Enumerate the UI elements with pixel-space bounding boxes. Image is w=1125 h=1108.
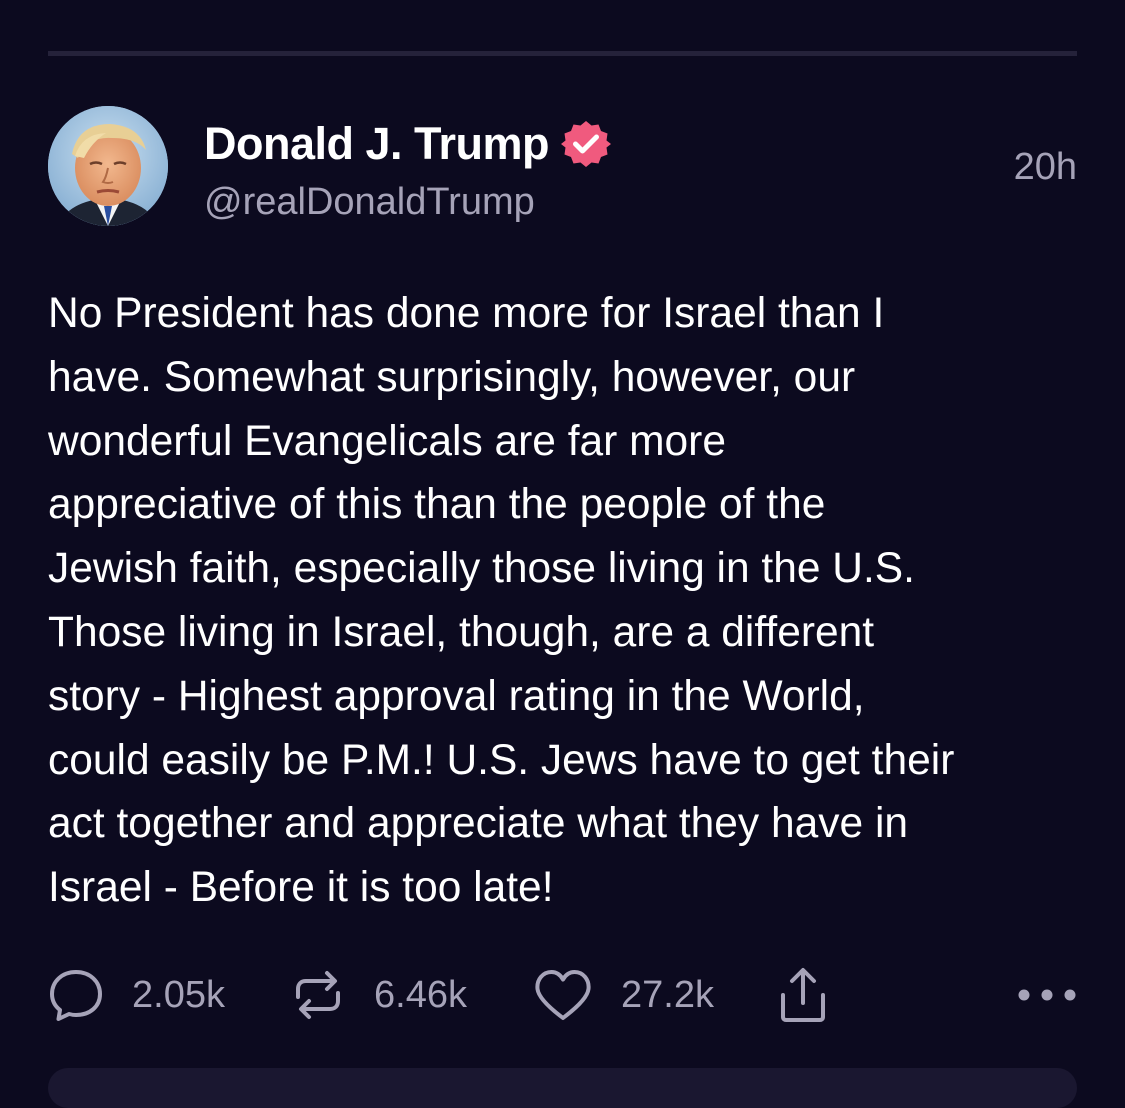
reply-count: 2.05k [132, 974, 225, 1016]
avatar-image [48, 106, 168, 226]
heart-icon [533, 967, 593, 1023]
share-icon [775, 965, 831, 1025]
top-divider [48, 51, 1077, 56]
like-button[interactable]: 27.2k [533, 965, 714, 1025]
more-options-button[interactable] [1017, 965, 1077, 1025]
post-header: Donald J. Trump @realDonaldTrump 20h [48, 104, 1077, 229]
reply-icon [48, 967, 104, 1023]
more-options-icon [1017, 985, 1077, 1005]
reply-button[interactable]: 2.05k [48, 965, 225, 1025]
post-card[interactable]: Donald J. Trump @realDonaldTrump 20h No … [48, 104, 1077, 911]
repost-count: 6.46k [374, 974, 467, 1016]
share-button[interactable] [775, 965, 831, 1025]
post-timestamp[interactable]: 20h [1014, 144, 1077, 190]
repost-button[interactable]: 6.46k [290, 965, 467, 1025]
next-post-card-edge [48, 1068, 1077, 1108]
post-text: No President has done more for Israel th… [48, 290, 955, 912]
post-actions-bar: 2.05k 6.46k 27.2k [48, 965, 1077, 1025]
avatar[interactable] [48, 106, 168, 226]
like-count: 27.2k [621, 974, 714, 1016]
verified-badge-icon [561, 119, 612, 169]
repost-icon [290, 967, 346, 1023]
author-handle[interactable]: @realDonaldTrump [204, 179, 535, 225]
author-display-name[interactable]: Donald J. Trump [204, 118, 550, 170]
author-name-row: Donald J. Trump [204, 118, 612, 170]
